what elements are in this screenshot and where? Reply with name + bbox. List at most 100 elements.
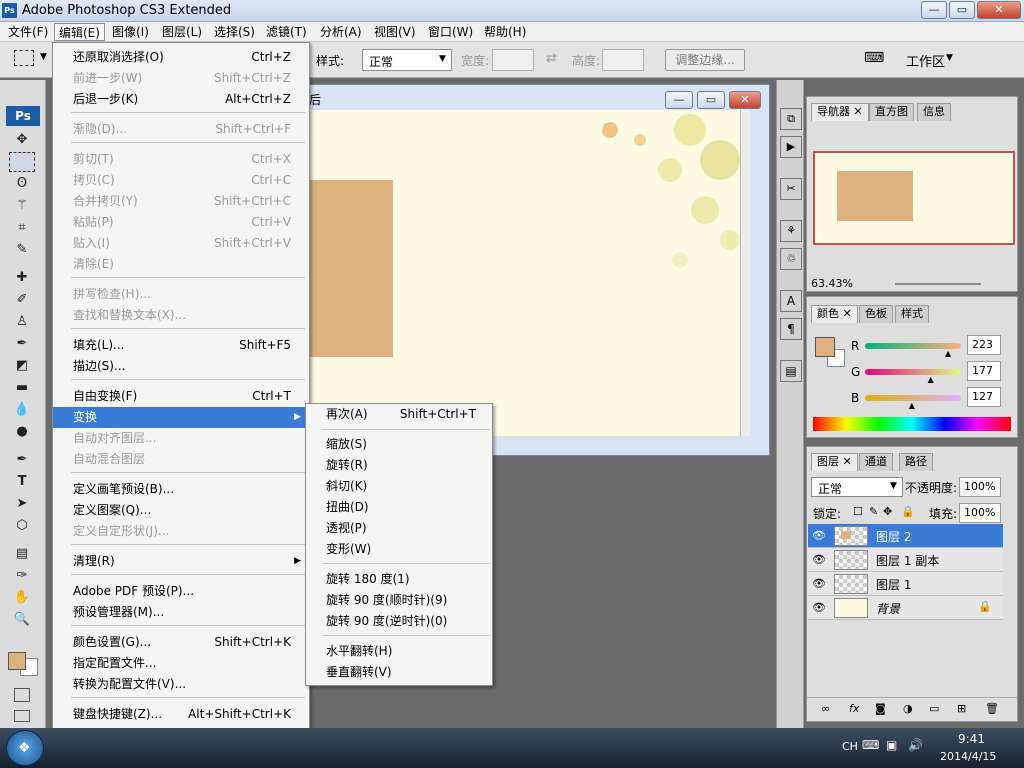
language-indicator[interactable]: CH	[842, 740, 858, 753]
menu-file[interactable]: 文件(F)	[4, 23, 52, 41]
bridge-icon[interactable]: ⌨	[864, 50, 886, 70]
marquee-tool-preset-icon[interactable]	[14, 50, 34, 66]
gradient-tool-icon[interactable]: ▬	[9, 378, 35, 398]
move-tool-icon[interactable]: ✥	[9, 130, 35, 150]
b-slider-handle[interactable]: ▲	[909, 401, 915, 410]
network-icon[interactable]: ▣	[886, 738, 897, 752]
color-panel-foreground-swatch[interactable]	[815, 337, 835, 357]
transform-menu-item-flip-horizontal[interactable]: 水平翻转(H)	[306, 641, 492, 662]
transform-menu-item-rotate-90-ccw[interactable]: 旋转 90 度(逆时针)(0)	[306, 611, 492, 632]
history-brush-icon[interactable]: ✒	[9, 334, 35, 354]
width-input[interactable]	[492, 49, 534, 71]
blend-mode-select[interactable]: 正常 ▼	[811, 477, 903, 497]
history-panel-icon[interactable]: ⧉	[780, 108, 802, 130]
eye-icon[interactable]: 👁	[812, 601, 826, 615]
refine-edge-button[interactable]: 调整边缘...	[665, 49, 745, 71]
character-panel-icon[interactable]: A	[780, 290, 802, 312]
menu-filter[interactable]: 滤镜(T)	[262, 23, 311, 41]
minimize-button[interactable]: —	[921, 1, 947, 19]
layer-row[interactable]: 👁 图层 1 副本	[808, 548, 1003, 572]
navigator-zoom-slider[interactable]	[895, 283, 981, 285]
transform-menu-item-perspective[interactable]: 透视(P)	[306, 518, 492, 539]
eye-icon[interactable]: 👁	[812, 529, 826, 543]
start-button[interactable]: ❖	[6, 730, 44, 766]
tool-presets-icon[interactable]: ✂	[780, 178, 802, 200]
b-value-input[interactable]: 127	[967, 387, 1001, 407]
tab-info[interactable]: 信息	[917, 103, 951, 121]
marquee-tool-icon[interactable]	[9, 152, 35, 172]
blur-tool-icon[interactable]: 💧	[9, 400, 35, 420]
adjustment-layer-icon[interactable]: ◑	[903, 702, 913, 715]
tab-swatches[interactable]: 色板	[859, 305, 893, 323]
opacity-input[interactable]: 100%	[959, 477, 1001, 497]
pen-tool-icon[interactable]: ✒	[9, 450, 35, 470]
tab-layers[interactable]: 图层 ✕	[811, 453, 858, 471]
transform-menu-item-skew[interactable]: 斜切(K)	[306, 476, 492, 497]
layer-comps-icon[interactable]: ▤	[780, 360, 802, 382]
lock-image-icon[interactable]: ✎	[869, 505, 878, 518]
edit-menu-item-keyboard-shortcuts[interactable]: 键盘快捷键(Z)... Alt+Shift+Ctrl+K	[53, 704, 309, 725]
edit-menu-item-copy[interactable]: 拷贝(C) Ctrl+C	[53, 170, 309, 191]
quick-mask-icon[interactable]	[14, 688, 30, 702]
edit-menu-item-define-brush[interactable]: 定义画笔预设(B)...	[53, 479, 309, 500]
swap-icon[interactable]: ⇄	[546, 51, 557, 66]
keyboard-icon[interactable]: ⌨	[862, 738, 879, 752]
tab-styles[interactable]: 样式	[895, 305, 929, 323]
paragraph-panel-icon[interactable]: ¶	[780, 318, 802, 340]
menu-image[interactable]: 图像(I)	[108, 23, 153, 41]
dodge-tool-icon[interactable]: ●	[9, 422, 35, 442]
transform-menu-item-rotate-90-cw[interactable]: 旋转 90 度(顺时针)(9)	[306, 590, 492, 611]
eyedropper-icon[interactable]: ✑	[9, 566, 35, 586]
volume-icon[interactable]: 🔊	[908, 738, 923, 752]
b-slider[interactable]: ▲	[865, 395, 961, 410]
clone-source-icon[interactable]: ♲	[780, 248, 802, 270]
close-button[interactable]: ✕	[977, 1, 1021, 19]
edit-menu-item-clear[interactable]: 清除(E)	[53, 254, 309, 275]
color-spectrum-bar[interactable]	[813, 417, 1011, 431]
clock-time[interactable]: 9:41	[958, 732, 985, 746]
transform-menu-item-scale[interactable]: 缩放(S)	[306, 434, 492, 455]
layer-style-icon[interactable]: fx	[849, 702, 859, 715]
foreground-color-swatch[interactable]	[8, 652, 26, 670]
edit-menu-item-free-transform[interactable]: 自由变换(F) Ctrl+T	[53, 386, 309, 407]
edit-menu-item-auto-blend-layers[interactable]: 自动混合图层	[53, 449, 309, 470]
g-slider[interactable]: ▲	[865, 369, 961, 384]
edit-menu-item-fade[interactable]: 渐隐(D)... Shift+Ctrl+F	[53, 119, 309, 140]
edit-menu-item-undo[interactable]: 还原取消选择(O) Ctrl+Z	[53, 47, 309, 68]
doc-minimize-button[interactable]: —	[665, 91, 693, 109]
vertical-scrollbar[interactable]	[740, 110, 750, 436]
edit-menu-item-step-forward[interactable]: 前进一步(W) Shift+Ctrl+Z	[53, 68, 309, 89]
path-select-icon[interactable]: ➤	[9, 494, 35, 514]
layer-row[interactable]: 👁 图层 2	[808, 524, 1003, 548]
doc-close-button[interactable]: ✕	[729, 91, 761, 109]
r-slider[interactable]: ▲	[865, 343, 961, 358]
notes-tool-icon[interactable]: ▤	[9, 544, 35, 564]
delete-layer-icon[interactable]: 🗑	[985, 702, 999, 715]
menu-window[interactable]: 窗口(W)	[424, 23, 477, 41]
doc-maximize-button[interactable]: ▭	[697, 91, 725, 109]
transform-menu-item-distort[interactable]: 扭曲(D)	[306, 497, 492, 518]
edit-menu-item-define-shape[interactable]: 定义自定形状(J)...	[53, 521, 309, 542]
edit-menu-item-pdf-presets[interactable]: Adobe PDF 预设(P)...	[53, 581, 309, 602]
eye-icon[interactable]: 👁	[812, 553, 826, 567]
navigator-preview[interactable]	[813, 151, 1015, 245]
maximize-button[interactable]: ▭	[949, 1, 975, 19]
slice-tool-icon[interactable]: ✎	[9, 240, 35, 260]
new-layer-icon[interactable]: ⊞	[957, 702, 966, 715]
tab-color[interactable]: 颜色 ✕	[811, 305, 858, 323]
tab-channels[interactable]: 通道	[859, 453, 893, 471]
lock-all-icon[interactable]: 🔒	[901, 505, 915, 518]
layer-row[interactable]: 👁 图层 1	[808, 572, 1003, 596]
new-group-icon[interactable]: ▭	[929, 702, 939, 715]
lock-transparent-icon[interactable]: ☐	[853, 505, 863, 518]
edit-menu-item-preset-manager[interactable]: 预设管理器(M)...	[53, 602, 309, 623]
actions-panel-icon[interactable]: ▶	[780, 136, 802, 158]
navigator-zoom-value[interactable]: 63.43%	[811, 277, 853, 290]
workspace-button[interactable]: 工作区	[906, 51, 945, 70]
transform-menu-item-rotate[interactable]: 旋转(R)	[306, 455, 492, 476]
transform-menu-item-rotate-180[interactable]: 旋转 180 度(1)	[306, 569, 492, 590]
menu-edit[interactable]: 编辑(E)	[54, 23, 105, 41]
edit-menu-item-define-pattern[interactable]: 定义图案(Q)...	[53, 500, 309, 521]
r-slider-handle[interactable]: ▲	[945, 349, 951, 358]
tab-paths[interactable]: 路径	[899, 453, 933, 471]
